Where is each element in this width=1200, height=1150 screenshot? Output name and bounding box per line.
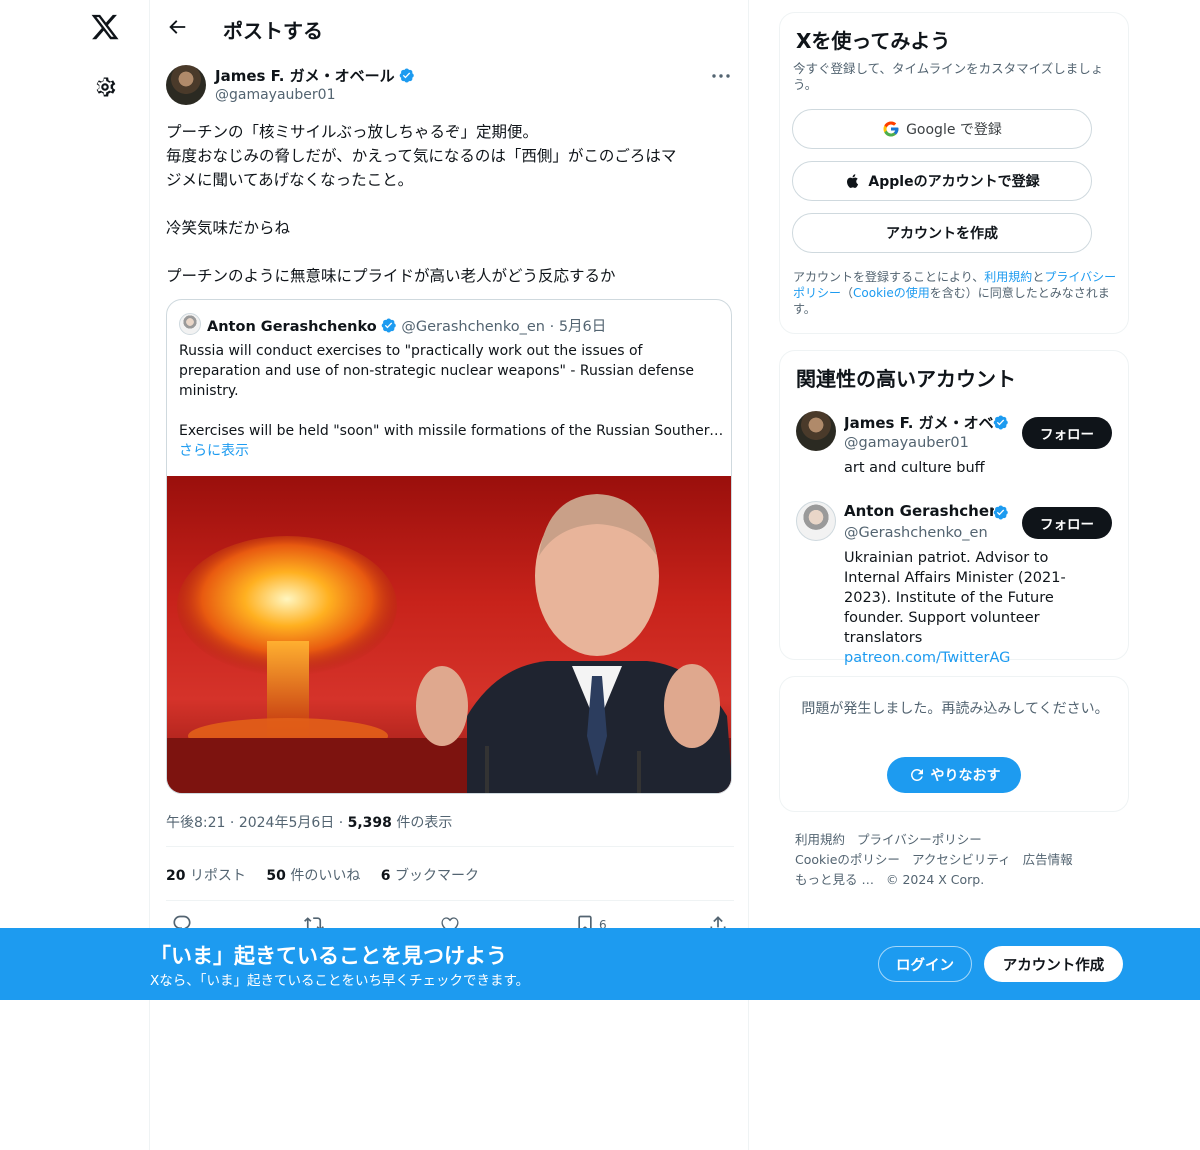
footer-link[interactable]: プライバシーポリシー [857,832,982,847]
cookie-link[interactable]: Cookieの使用 [853,286,930,300]
author-name-text[interactable]: James F. ガメ・オベール [215,67,395,85]
footer-link[interactable]: Cookieのポリシー [795,852,900,867]
refresh-icon [910,769,923,781]
verified-badge-icon [993,505,1008,520]
terms-link[interactable]: 利用規約 [984,270,1032,284]
footer-links: 利用規約 プライバシーポリシー Cookieのポリシー アクセシビリティ 広告情報 も… [795,830,1115,890]
related-account-name[interactable]: Anton Gerashchenko [844,502,994,520]
signup-legal-text: アカウントを登録することにより、利用規約とプライバシーポリシー（Cookieの使… [793,270,1117,316]
login-banner: 「いま」起きていることを見つけよう Xなら、「いま」起きていることをいち早くチェ… [0,928,1200,1000]
quote-image[interactable] [167,476,731,793]
copyright: © 2024 X Corp. [885,872,985,887]
quote-header: Anton Gerashchenko @Gerashchenko_en · 5月… [207,315,606,336]
views-label: 件の表示 [396,815,453,831]
tweet-stats: 20 リポスト 50 件のいいね 6 ブックマーク [166,865,495,885]
related-account-link[interactable]: patreon.com/TwitterAG [844,650,1010,666]
verified-badge-icon [399,68,414,83]
google-signup-button[interactable]: Google で登録 [792,109,1092,149]
related-account-handle: @Gerashchenko_en [844,525,988,541]
tweet-line: プーチンのように無意味にプライドが高い老人がどう反応するか [166,267,616,285]
banner-title: 「いま」起きていることを見つけよう [150,944,507,968]
verified-badge-icon [381,318,396,333]
signup-card-title: Xを使ってみよう [796,29,951,53]
quote-paragraph: Russia will conduct exercises to "practi… [179,343,695,399]
footer-link[interactable]: アクセシビリティ [912,852,1011,867]
bookmarks-stat[interactable]: 6 ブックマーク [381,868,479,884]
apple-signup-label: Appleのアカウントで登録 [868,174,1040,190]
related-account-avatar[interactable] [796,411,836,451]
related-account-avatar[interactable] [796,501,836,541]
login-button[interactable]: ログイン [878,946,972,982]
signup-button[interactable]: アカウント作成 [984,946,1123,982]
retry-label: やりなおす [930,768,1001,784]
apple-signup-button[interactable]: Appleのアカウントで登録 [792,161,1092,201]
quote-tweet[interactable]: Anton Gerashchenko @Gerashchenko_en · 5月… [166,299,732,794]
related-account-name[interactable]: James F. ガメ・オベール [844,412,994,433]
show-more-link[interactable]: さらに表示 [179,441,724,461]
verified-badge-icon [993,415,1008,430]
google-signup-label: Google で登録 [906,122,1002,138]
likes-stat[interactable]: 50 件のいいね [266,868,360,884]
signup-card-subtitle: 今すぐ登録して、タイムラインをカスタマイズしましょう。 [793,61,1104,92]
reposts-stat[interactable]: 20 リポスト [166,868,246,884]
tweet-line: 毎度おなじみの脅しだが、かえって気になるのは「西側」がこのごろはマ [166,147,677,165]
x-logo-icon[interactable] [90,12,120,42]
follow-button[interactable]: フォロー [1022,417,1112,449]
tweet-date: 2024年5月6日 [238,815,335,831]
author-avatar[interactable] [166,65,206,105]
create-account-label: アカウントを作成 [886,226,998,242]
quote-image-illustration [167,494,731,793]
views-count: 5,398 [347,815,392,831]
related-accounts-title: 関連性の高いアカウント [796,367,1016,391]
tweet-line: プーチンの「核ミサイルぶっ放しちゃるぞ」定期便。 [166,123,539,141]
more-icon[interactable] [710,70,732,82]
related-account-bio: art and culture buff [844,460,985,476]
related-account-bio: Ukrainian patriot. Advisor to Internal A… [844,548,1106,668]
error-card: 問題が発生しました。再読み込みしてください。 やりなおす [779,676,1129,812]
error-message: 問題が発生しました。再読み込みしてください。 [801,701,1109,717]
signup-card: Xを使ってみよう 今すぐ登録して、タイムラインをカスタマイズしましょう。 Goo… [779,12,1129,334]
retry-button[interactable]: やりなおす [887,757,1021,793]
related-account-bio-text: Ukrainian patriot. Advisor to Internal A… [844,550,1066,646]
tweet-time: 午後8:21 [166,815,226,831]
quote-author-name: Anton Gerashchenko [207,319,377,335]
settings-gear-icon[interactable] [92,74,118,100]
quote-author-handle: @Gerashchenko_en [401,319,545,335]
quote-separator: · [549,319,555,335]
divider [166,846,734,847]
create-account-button[interactable]: アカウントを作成 [792,213,1092,253]
tweet-line: 冷笑気味だからね [166,219,291,237]
divider [166,900,734,901]
tweet-timestamp[interactable]: 午後8:21 · 2024年5月6日 · 5,398 件の表示 [166,812,452,832]
tweet-line: ジメに聞いてあげなくなったこと。 [166,171,414,189]
tweet-text: プーチンの「核ミサイルぶっ放しちゃるぞ」定期便。 毎度おなじみの脅しだが、かえっ… [166,120,736,288]
banner-subtitle: Xなら、「いま」起きていることをいち早くチェックできます。 [150,973,530,989]
follow-button[interactable]: フォロー [1022,507,1112,539]
back-arrow-icon[interactable] [166,16,188,38]
quote-author-avatar [179,313,201,335]
footer-link[interactable]: 利用規約 [795,832,845,847]
apple-icon [847,174,859,188]
quote-paragraph: Exercises will be held "soon" with missi… [179,423,724,439]
quote-text: Russia will conduct exercises to "practi… [179,341,724,461]
footer-link[interactable]: もっと見る … [795,872,874,887]
author-name[interactable]: James F. ガメ・オベール [215,65,415,86]
page-title: ポストする [223,19,323,43]
author-handle[interactable]: @gamayauber01 [215,87,336,103]
related-accounts-card: 関連性の高いアカウント James F. ガメ・オベール @gamayauber… [779,350,1129,666]
quote-date: 5月6日 [558,319,607,335]
footer-link[interactable]: 広告情報 [1023,852,1073,867]
google-icon [883,121,899,137]
related-account-handle: @gamayauber01 [844,435,969,451]
